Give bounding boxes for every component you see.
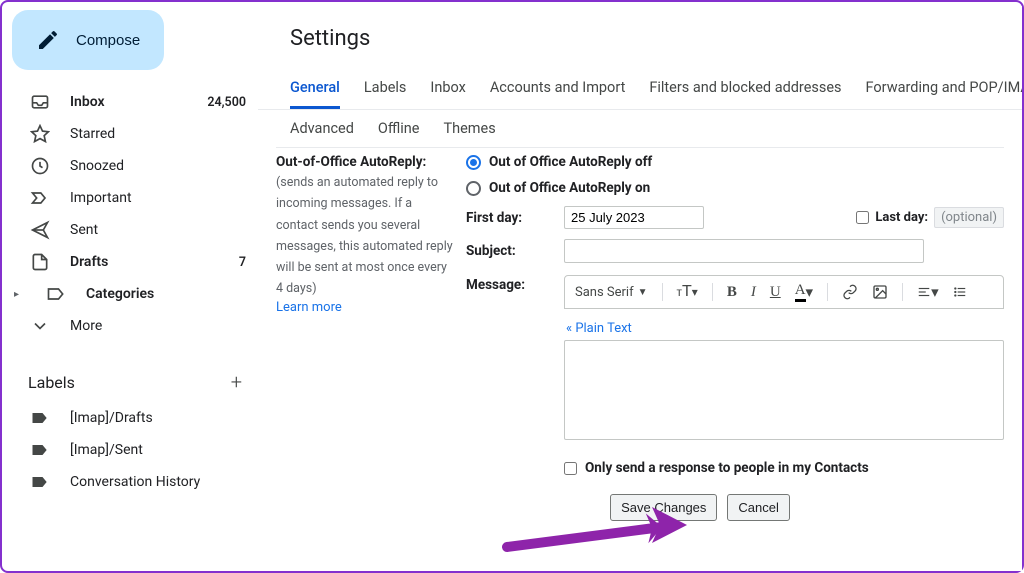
- first-day-label: First day:: [466, 206, 556, 226]
- compose-label: Compose: [76, 32, 140, 49]
- sidebar-item-drafts[interactable]: Drafts 7: [10, 246, 258, 278]
- file-icon: [30, 252, 50, 272]
- message-textarea[interactable]: [564, 340, 1004, 440]
- link-button[interactable]: [842, 284, 858, 300]
- expand-icon: ▸: [14, 289, 26, 300]
- font-size-button[interactable]: тT▾: [677, 283, 698, 301]
- radio-autoreply-on[interactable]: [466, 181, 481, 196]
- cancel-button[interactable]: Cancel: [727, 494, 789, 521]
- first-day-input[interactable]: [564, 206, 704, 229]
- inbox-icon: [30, 92, 50, 112]
- italic-button[interactable]: I: [751, 284, 756, 301]
- chevron-down-icon: [30, 316, 50, 336]
- plain-text-link[interactable]: « Plain Text: [566, 321, 632, 336]
- last-day-optional: (optional): [934, 207, 1004, 228]
- contacts-only-label: Only send a response to people in my Con…: [585, 460, 869, 476]
- chevron-down-icon: ▼: [638, 287, 648, 298]
- underline-button[interactable]: U: [770, 284, 781, 301]
- send-icon: [30, 220, 50, 240]
- sidebar: Compose Inbox 24,500 Starred Snoozed Imp…: [2, 2, 258, 571]
- add-label-button[interactable]: +: [231, 370, 242, 394]
- pencil-icon: [36, 28, 60, 52]
- radio-on-label: Out of Office AutoReply on: [489, 180, 650, 196]
- tab-general[interactable]: General: [290, 71, 340, 109]
- label-icon: [46, 284, 66, 304]
- label-icon: [30, 408, 50, 428]
- save-button[interactable]: Save Changes: [610, 494, 717, 521]
- sidebar-item-more[interactable]: More: [10, 310, 258, 342]
- tab-labels[interactable]: Labels: [364, 71, 407, 109]
- radio-off-label: Out of Office AutoReply off: [489, 154, 652, 170]
- radio-autoreply-off[interactable]: [466, 155, 481, 170]
- sidebar-item-important[interactable]: Important: [10, 182, 258, 214]
- tab-inbox[interactable]: Inbox: [430, 71, 465, 109]
- sidebar-item-sent[interactable]: Sent: [10, 214, 258, 246]
- sidebar-item-starred[interactable]: Starred: [10, 118, 258, 150]
- list-button[interactable]: [953, 285, 967, 299]
- font-select[interactable]: Sans Serif ▼: [575, 285, 648, 300]
- setting-autoreply: Out-of-Office AutoReply: (sends an autom…: [276, 147, 1004, 476]
- page-title: Settings: [258, 6, 1022, 63]
- subject-input[interactable]: [564, 239, 924, 263]
- text-color-button[interactable]: A▾: [795, 282, 813, 302]
- settings-subtabs: Advanced Offline Themes: [258, 110, 1022, 147]
- last-day-label: Last day:: [875, 210, 928, 225]
- subtab-offline[interactable]: Offline: [378, 120, 420, 137]
- contacts-only-checkbox[interactable]: [564, 462, 577, 475]
- last-day-checkbox[interactable]: [856, 211, 869, 224]
- sidebar-item-snoozed[interactable]: Snoozed: [10, 150, 258, 182]
- tab-forwarding[interactable]: Forwarding and POP/IMAP: [866, 71, 1022, 109]
- sidebar-item-categories[interactable]: ▸ Categories: [10, 278, 258, 310]
- setting-description: (sends an automated reply to incoming me…: [276, 172, 454, 300]
- align-button[interactable]: ▾: [917, 283, 939, 302]
- label-icon: [30, 440, 50, 460]
- subtab-advanced[interactable]: Advanced: [290, 120, 354, 137]
- setting-heading: Out-of-Office AutoReply:: [276, 154, 454, 170]
- settings-tabs: General Labels Inbox Accounts and Import…: [258, 63, 1022, 110]
- label-icon: [30, 472, 50, 492]
- subtab-themes[interactable]: Themes: [443, 120, 495, 137]
- compose-button[interactable]: Compose: [12, 10, 164, 70]
- important-icon: [30, 188, 50, 208]
- sidebar-item-inbox[interactable]: Inbox 24,500: [10, 86, 258, 118]
- action-buttons: Save Changes Cancel: [276, 494, 1004, 521]
- sidebar-label-imap-sent[interactable]: [Imap]/Sent: [10, 434, 258, 466]
- labels-header: Labels +: [10, 362, 258, 402]
- sidebar-label-conversation-history[interactable]: Conversation History: [10, 466, 258, 498]
- learn-more-link[interactable]: Learn more: [276, 300, 342, 315]
- bold-button[interactable]: B: [727, 284, 737, 301]
- tab-filters[interactable]: Filters and blocked addresses: [649, 71, 841, 109]
- image-button[interactable]: [872, 284, 888, 300]
- tab-accounts[interactable]: Accounts and Import: [490, 71, 625, 109]
- main-content: Settings General Labels Inbox Accounts a…: [258, 6, 1022, 571]
- clock-icon: [30, 156, 50, 176]
- editor-toolbar: Sans Serif ▼ тT▾ B I U A▾: [564, 275, 1004, 309]
- subject-label: Subject:: [466, 239, 556, 259]
- star-icon: [30, 124, 50, 144]
- sidebar-label-imap-drafts[interactable]: [Imap]/Drafts: [10, 402, 258, 434]
- message-label: Message:: [466, 273, 556, 293]
